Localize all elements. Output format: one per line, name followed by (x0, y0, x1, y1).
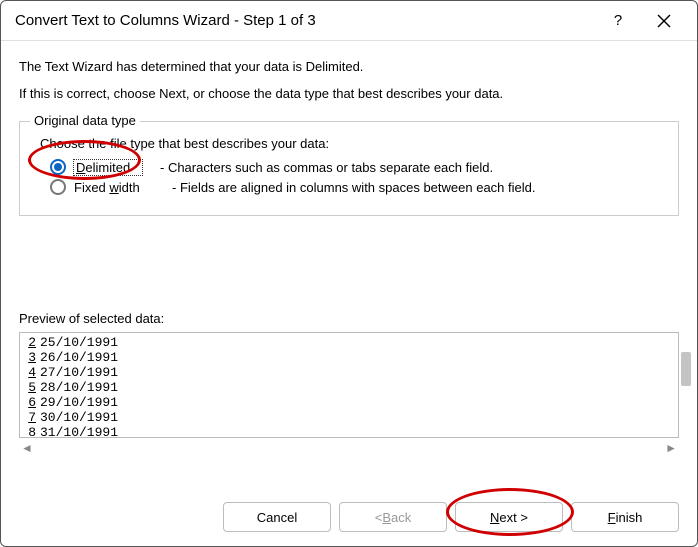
preview-pane[interactable]: 225/10/1991 326/10/1991 427/10/1991 528/… (19, 332, 679, 438)
option-fixed-width[interactable]: Fixed width - Fields are aligned in colu… (50, 179, 666, 195)
preview-row: 831/10/1991 (20, 425, 678, 438)
group-prompt: Choose the file type that best describes… (40, 136, 666, 151)
horizontal-scrollbar[interactable]: ◄ ► (19, 438, 679, 456)
next-button[interactable]: Next > (455, 502, 563, 532)
preview-row: 427/10/1991 (20, 365, 678, 380)
radio-delimited[interactable] (50, 159, 66, 175)
label-delimited: Delimited (74, 160, 142, 175)
radio-fixed-width[interactable] (50, 179, 66, 195)
scroll-right-icon[interactable]: ► (665, 441, 677, 455)
scroll-left-icon[interactable]: ◄ (21, 441, 33, 455)
preview-row: 326/10/1991 (20, 350, 678, 365)
preview-row: 225/10/1991 (20, 335, 678, 350)
help-icon: ? (614, 12, 622, 29)
option-delimited[interactable]: Delimited - Characters such as commas or… (50, 159, 666, 175)
vertical-scrollbar[interactable] (681, 352, 691, 386)
cancel-button[interactable]: Cancel (223, 502, 331, 532)
original-data-type-group: Original data type Choose the file type … (19, 121, 679, 216)
back-button: < Back (339, 502, 447, 532)
title-controls: ? (595, 2, 687, 40)
button-row: Cancel < Back Next > Finish (223, 502, 679, 532)
preview-row: 629/10/1991 (20, 395, 678, 410)
help-button[interactable]: ? (595, 2, 641, 40)
close-button[interactable] (641, 2, 687, 40)
finish-button[interactable]: Finish (571, 502, 679, 532)
titlebar: Convert Text to Columns Wizard - Step 1 … (1, 1, 697, 41)
intro-text-2: If this is correct, choose Next, or choo… (19, 86, 679, 101)
group-legend: Original data type (30, 113, 140, 128)
content-area: The Text Wizard has determined that your… (1, 41, 697, 456)
wizard-dialog: Convert Text to Columns Wizard - Step 1 … (0, 0, 698, 547)
preview-label: Preview of selected data: (19, 311, 679, 326)
label-fixed-width: Fixed width (74, 180, 154, 195)
preview-row: 730/10/1991 (20, 410, 678, 425)
desc-fixed-width: - Fields are aligned in columns with spa… (172, 180, 535, 195)
desc-delimited: - Characters such as commas or tabs sepa… (160, 160, 493, 175)
preview-row: 528/10/1991 (20, 380, 678, 395)
close-icon (657, 14, 671, 28)
dialog-title: Convert Text to Columns Wizard - Step 1 … (15, 12, 595, 29)
intro-text-1: The Text Wizard has determined that your… (19, 59, 679, 74)
